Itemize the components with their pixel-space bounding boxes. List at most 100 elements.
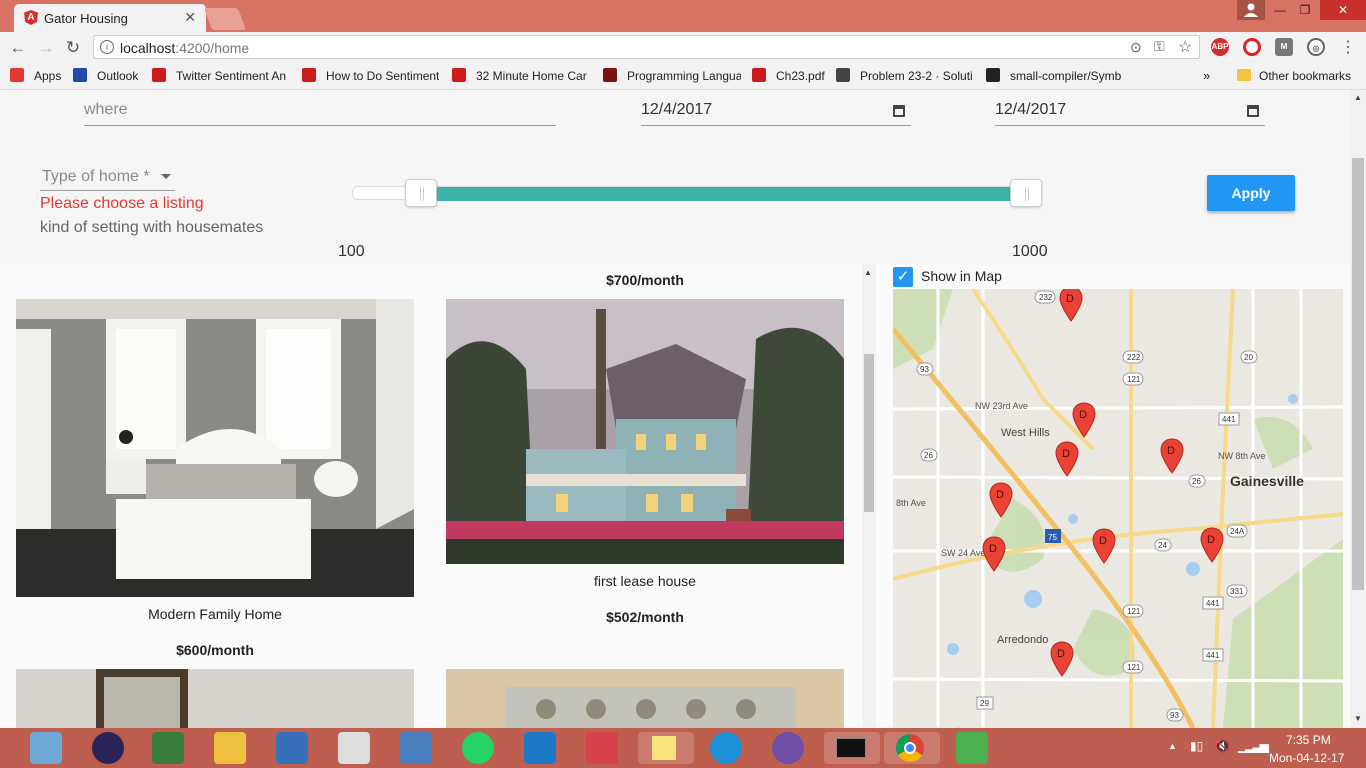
signal-icon[interactable]: ▁▂▃▅ [1238, 739, 1269, 753]
price-slider-range [421, 187, 1028, 201]
route-shield: 441 [1218, 412, 1240, 426]
dropdown-arrow-icon[interactable] [161, 174, 171, 179]
internet-explorer-icon[interactable] [710, 732, 742, 764]
calendar-icon[interactable] [893, 105, 905, 117]
snipping-tool-icon[interactable] [338, 732, 370, 764]
listing-photo-victorian[interactable] [446, 299, 844, 564]
svg-text:232: 232 [1039, 293, 1053, 302]
tab-title: Gator Housing [44, 11, 128, 26]
svg-text:26: 26 [924, 451, 933, 460]
restore-icon[interactable]: ❐ [1290, 0, 1320, 20]
key-icon[interactable]: ⚿ [1154, 38, 1165, 55]
calculator-icon[interactable] [30, 732, 62, 764]
route-shield: 29 [976, 696, 994, 710]
location-icon[interactable]: ⊙ [1130, 39, 1142, 56]
type-of-home-select[interactable]: Type of home * [42, 168, 150, 186]
price-min-handle[interactable] [404, 179, 437, 207]
info-icon[interactable]: i [100, 40, 114, 54]
listing-title[interactable]: first lease house [446, 573, 844, 589]
sticky-notes-icon [652, 736, 676, 760]
svg-text:121: 121 [1127, 663, 1141, 672]
route-shield: 93 [916, 362, 934, 376]
address-bar[interactable]: i localhost:4200/home ⊙ ⚿ ☆ [93, 35, 1200, 59]
bookmark-item[interactable]: Problem 23-2 · Soluti [860, 69, 973, 83]
price-slider[interactable] [352, 186, 1040, 201]
terminal-icon [836, 738, 866, 758]
svg-text:93: 93 [920, 365, 929, 374]
svg-text:24A: 24A [1230, 527, 1245, 536]
close-tab-icon[interactable]: ✕ [184, 9, 196, 26]
svg-text:D: D [1062, 448, 1070, 460]
bookmark-item[interactable]: Apps [34, 69, 61, 83]
scroll-down-icon[interactable]: ▼ [1354, 714, 1362, 723]
route-shield: 441 [1202, 596, 1224, 610]
user-profile-icon[interactable] [1237, 0, 1265, 20]
sync-icon[interactable]: ◎ [1307, 38, 1325, 56]
where-input[interactable]: where [84, 101, 128, 119]
sticky-notes-task[interactable] [638, 732, 694, 764]
scroll-up-icon[interactable]: ▲ [864, 268, 872, 277]
bookmark-item[interactable]: Programming Langua [627, 69, 741, 83]
forward-icon[interactable]: → [36, 38, 56, 58]
url-text[interactable]: localhost:4200/home [120, 40, 249, 56]
bookmark-item[interactable]: Ch23.pdf [776, 69, 825, 83]
git-icon[interactable] [586, 732, 618, 764]
where-underline [84, 125, 556, 126]
remote-desktop-icon[interactable] [400, 732, 432, 764]
network-tool-icon[interactable] [276, 732, 308, 764]
notepad-icon[interactable] [956, 732, 988, 764]
eclipse-icon[interactable] [92, 732, 124, 764]
app-icon[interactable] [152, 732, 184, 764]
clock-time[interactable]: 7:35 PM [1286, 733, 1331, 747]
window-close-icon[interactable]: ✕ [1320, 0, 1366, 20]
back-icon[interactable]: ← [8, 38, 28, 58]
bookmark-item[interactable]: Outlook [97, 69, 138, 83]
youtube-icon [452, 68, 466, 82]
bookmark-item[interactable]: 32 Minute Home Car [476, 69, 587, 83]
bookmark-item[interactable]: How to Do Sentiment [326, 69, 439, 83]
bookmark-item[interactable]: Twitter Sentiment An [176, 69, 286, 83]
adblock-icon[interactable]: ABP [1211, 38, 1229, 56]
chrome-task[interactable] [884, 732, 940, 764]
calendar-icon[interactable] [1247, 105, 1259, 117]
clock-date[interactable]: Mon-04-12-17 [1269, 751, 1344, 765]
date-from-input[interactable]: 12/4/2017 [641, 101, 712, 119]
listing-title[interactable]: Modern Family Home [16, 606, 414, 622]
whatsapp-icon[interactable] [462, 732, 494, 764]
extension-icon[interactable]: M [1275, 38, 1293, 56]
date-to-input[interactable]: 12/4/2017 [995, 101, 1066, 119]
bookmarks-overflow-button[interactable]: » [1203, 68, 1210, 83]
map-city-label: Gainesville [1230, 473, 1304, 489]
tab-gator-housing[interactable]: A Gator Housing ✕ [14, 4, 206, 32]
show-in-map-label: Show in Map [921, 268, 1002, 284]
other-bookmarks[interactable]: Other bookmarks [1259, 69, 1351, 83]
svg-text:441: 441 [1206, 599, 1220, 608]
show-hidden-icons[interactable]: ▲ [1168, 741, 1177, 751]
reload-icon[interactable]: ↻ [63, 38, 83, 58]
volume-muted-icon[interactable]: 🔇 [1215, 739, 1230, 753]
listing-photo-bedroom[interactable] [16, 299, 414, 597]
vscode-icon[interactable] [524, 732, 556, 764]
scroll-up-icon[interactable]: ▲ [1354, 93, 1362, 102]
menu-icon[interactable]: ⋮ [1340, 37, 1356, 57]
network-icon[interactable]: ▮▯ [1190, 739, 1203, 753]
svg-text:D: D [1099, 535, 1107, 547]
github-desktop-icon[interactable] [772, 732, 804, 764]
apply-button[interactable]: Apply [1207, 175, 1295, 211]
show-in-map-checkbox[interactable]: ✓ [893, 267, 913, 287]
star-icon[interactable]: ☆ [1178, 37, 1192, 57]
chrome-icon [896, 734, 924, 762]
opera-icon[interactable] [1243, 38, 1261, 56]
page-scroll-thumb[interactable] [1352, 158, 1364, 590]
terminal-task[interactable] [824, 732, 880, 764]
listings-scroll-thumb[interactable] [864, 354, 874, 512]
bookmark-item[interactable]: small-compiler/Symb [1010, 69, 1121, 83]
route-shield: 26 [1188, 474, 1206, 488]
listing-photo-partial[interactable] [16, 669, 414, 728]
price-max-handle[interactable] [1010, 179, 1043, 207]
file-explorer-icon[interactable] [214, 732, 246, 764]
map-road-label: NW 23rd Ave [975, 401, 1028, 411]
listings-panel: $700/month Modern Family Home $600/month… [0, 264, 876, 728]
listing-photo-partial[interactable] [446, 669, 844, 728]
map[interactable]: NW 23rd Ave NW 8th Ave SW 24 Ave 8th Ave… [893, 289, 1343, 728]
